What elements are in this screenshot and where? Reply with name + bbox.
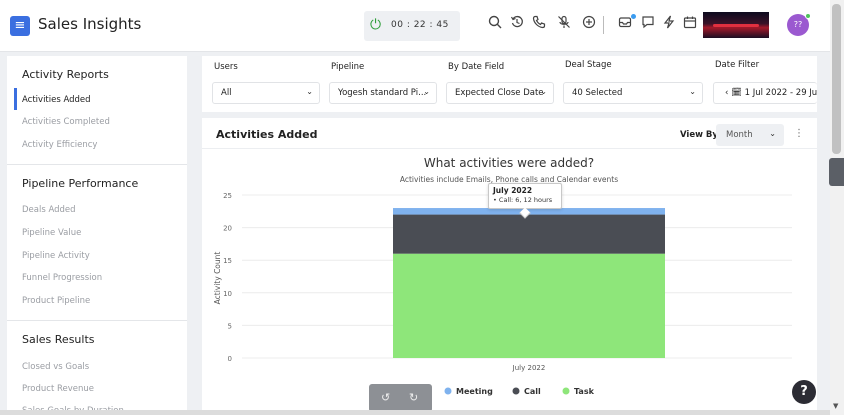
calendar-icon[interactable] bbox=[681, 15, 699, 33]
legend-label-task: Task bbox=[574, 387, 595, 396]
sidebar-section-activity-reports: Activity Reports bbox=[22, 68, 109, 81]
y-tick-label: 25 bbox=[223, 192, 232, 200]
sidebar-item-activities-completed[interactable]: Activities Completed bbox=[22, 117, 110, 127]
add-circle-icon[interactable] bbox=[580, 15, 598, 33]
tooltip-title: July 2022 bbox=[493, 186, 533, 195]
online-status-dot bbox=[805, 13, 811, 19]
filter-bar: Users All ⌄ Pipeline Yogesh standard Pi.… bbox=[202, 56, 817, 112]
help-icon[interactable]: ? bbox=[792, 380, 816, 404]
redo-icon[interactable]: ↻ bbox=[409, 391, 418, 404]
legend-label-meeting: Meeting bbox=[456, 387, 493, 396]
report-sidebar: Activity Reports Activities Added Activi… bbox=[7, 56, 187, 415]
pipeline-select[interactable]: Yogesh standard Pi... ⌄ bbox=[329, 82, 437, 104]
sidebar-section-pipeline-performance: Pipeline Performance bbox=[22, 177, 139, 190]
search-icon[interactable] bbox=[486, 15, 504, 33]
pipeline-value: Yogesh standard Pi... bbox=[338, 88, 427, 98]
app-title: Sales Insights bbox=[38, 15, 142, 33]
scrollbar-thumb[interactable] bbox=[832, 4, 841, 154]
deal-stage-select[interactable]: 40 Selected ⌄ bbox=[563, 82, 703, 104]
bar-task bbox=[393, 253, 665, 358]
active-indicator bbox=[14, 88, 17, 110]
legend-label-call: Call bbox=[524, 387, 541, 396]
sidebar-divider bbox=[7, 164, 187, 165]
sidebar-divider bbox=[7, 320, 187, 321]
chevron-down-icon: ⌄ bbox=[306, 87, 313, 96]
date-field-value: Expected Close Date bbox=[455, 88, 544, 98]
sidebar-item-deals-added[interactable]: Deals Added bbox=[22, 205, 76, 215]
date-filter-label: Date Filter bbox=[715, 60, 760, 70]
mic-off-icon[interactable] bbox=[555, 15, 573, 33]
chat-icon[interactable] bbox=[639, 15, 657, 33]
y-axis-label: Activity Count bbox=[213, 252, 222, 305]
sidebar-item-pipeline-activity[interactable]: Pipeline Activity bbox=[22, 251, 90, 261]
sidebar-item-pipeline-value[interactable]: Pipeline Value bbox=[22, 228, 81, 238]
scroll-down-arrow[interactable]: ▼ bbox=[833, 402, 838, 410]
users-select[interactable]: All ⌄ bbox=[212, 82, 320, 104]
timer-value: 00 : 22 : 45 bbox=[391, 20, 449, 30]
sidebar-item-closed-vs-goals[interactable]: Closed vs Goals bbox=[22, 362, 89, 372]
date-field-label: By Date Field bbox=[448, 62, 505, 72]
side-panel-tab[interactable] bbox=[829, 158, 844, 186]
phone-icon[interactable] bbox=[530, 15, 548, 33]
undo-redo-bar: ↺ ↻ bbox=[369, 384, 432, 412]
users-value: All bbox=[221, 88, 232, 98]
sidebar-item-funnel-progression[interactable]: Funnel Progression bbox=[22, 273, 102, 283]
y-tick-label: 20 bbox=[223, 225, 232, 233]
flash-icon[interactable] bbox=[660, 15, 678, 33]
sidebar-section-sales-results: Sales Results bbox=[22, 333, 95, 346]
vertical-scrollbar[interactable]: ▼ bbox=[830, 0, 844, 415]
date-field-select[interactable]: Expected Close Date ⌄ bbox=[446, 82, 554, 104]
horizontal-scrollbar[interactable] bbox=[0, 410, 830, 415]
legend-marker-call bbox=[512, 387, 520, 395]
top-bar: ≡ Sales Insights ⏻ 00 : 22 : 45 ?? bbox=[0, 0, 830, 52]
date-filter-select[interactable]: ‹ 🗓 1 Jul 2022 - 29 Jul 2022 bbox=[713, 82, 817, 104]
chevron-down-icon: ⌄ bbox=[540, 87, 547, 96]
x-tick-label: July 2022 bbox=[512, 364, 546, 372]
y-tick-label: 15 bbox=[223, 257, 232, 265]
promo-banner-image[interactable] bbox=[703, 12, 769, 38]
undo-icon[interactable]: ↺ bbox=[381, 391, 390, 404]
deal-stage-label: Deal Stage bbox=[565, 60, 612, 70]
legend-marker-task bbox=[562, 387, 570, 395]
date-filter-value: 1 Jul 2022 - 29 Jul 2022 bbox=[744, 88, 817, 98]
activities-chart: What activities were added? Activities i… bbox=[213, 156, 792, 396]
sidebar-item-activities-added[interactable]: Activities Added bbox=[22, 95, 91, 105]
calendar-icon: 🗓 bbox=[731, 88, 742, 98]
notification-dot bbox=[631, 14, 636, 19]
y-tick-label: 0 bbox=[228, 355, 232, 363]
power-timer-icon: ⏻ bbox=[370, 17, 382, 33]
bar-call bbox=[393, 214, 665, 254]
sidebar-item-product-pipeline[interactable]: Product Pipeline bbox=[22, 296, 90, 306]
chart-tooltip: July 2022 • Call: 6, 12 hours bbox=[488, 183, 562, 219]
history-icon[interactable] bbox=[508, 15, 526, 33]
sidebar-item-activity-efficiency[interactable]: Activity Efficiency bbox=[22, 140, 97, 150]
legend-marker-meeting bbox=[444, 387, 452, 395]
y-tick-label: 5 bbox=[228, 322, 232, 330]
tooltip-text: • Call: 6, 12 hours bbox=[493, 196, 553, 204]
banner-glow bbox=[713, 24, 759, 27]
chevron-down-icon: ⌄ bbox=[423, 87, 430, 96]
hamburger-icon[interactable]: ≡ bbox=[10, 16, 30, 36]
sidebar-item-product-revenue[interactable]: Product Revenue bbox=[22, 384, 94, 394]
deal-stage-value: 40 Selected bbox=[572, 88, 623, 98]
chart-title: What activities were added? bbox=[424, 156, 594, 170]
users-label: Users bbox=[214, 62, 238, 72]
chevron-down-icon: ⌄ bbox=[689, 87, 696, 96]
y-tick-label: 10 bbox=[223, 290, 232, 298]
toolbar-divider bbox=[603, 16, 604, 34]
call-timer[interactable]: ⏻ 00 : 22 : 45 bbox=[364, 11, 460, 41]
activities-added-card: Activities Added View By Month ⌄ ⋮ What … bbox=[202, 118, 817, 410]
pipeline-label: Pipeline bbox=[331, 62, 365, 72]
